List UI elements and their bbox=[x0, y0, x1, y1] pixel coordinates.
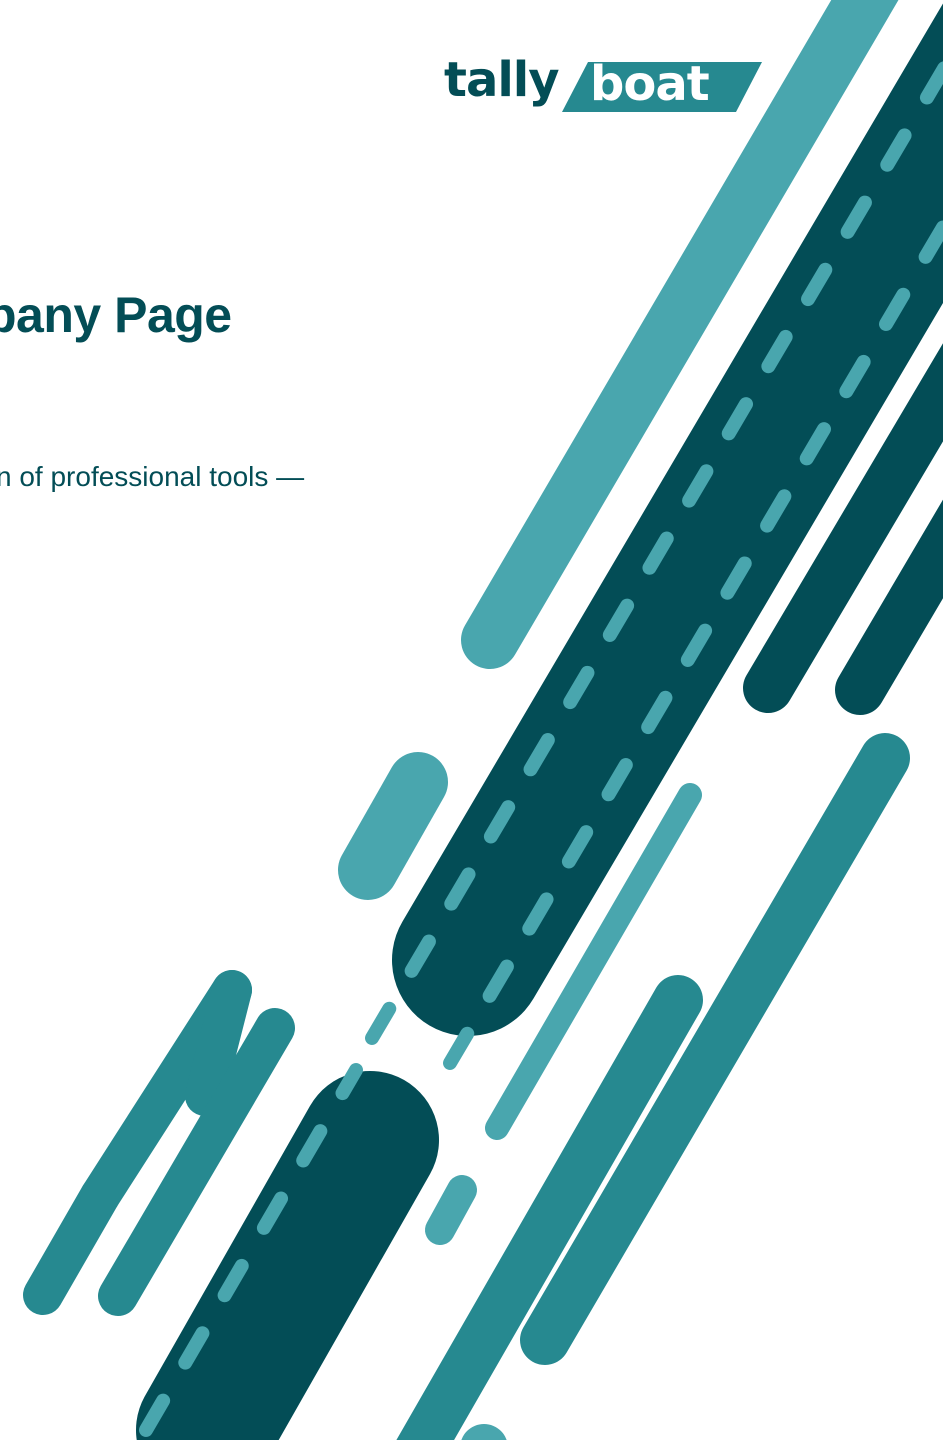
page-subtitle: n of professional tools — bbox=[0, 461, 305, 492]
stripe-light-bottom-cap bbox=[461, 1424, 507, 1440]
logo-word-boat: boat bbox=[590, 56, 709, 112]
stripe-light-short bbox=[338, 752, 448, 900]
stripe-light-pill bbox=[425, 1175, 477, 1245]
page-title: pany Page bbox=[0, 287, 232, 343]
tallyboat-logo: tally boat bbox=[444, 52, 762, 112]
document-page: tally boat pany Page n of professional t… bbox=[0, 0, 943, 1440]
logo-word-tally: tally bbox=[444, 52, 559, 108]
diagonal-stripe-decoration bbox=[23, 0, 943, 1440]
